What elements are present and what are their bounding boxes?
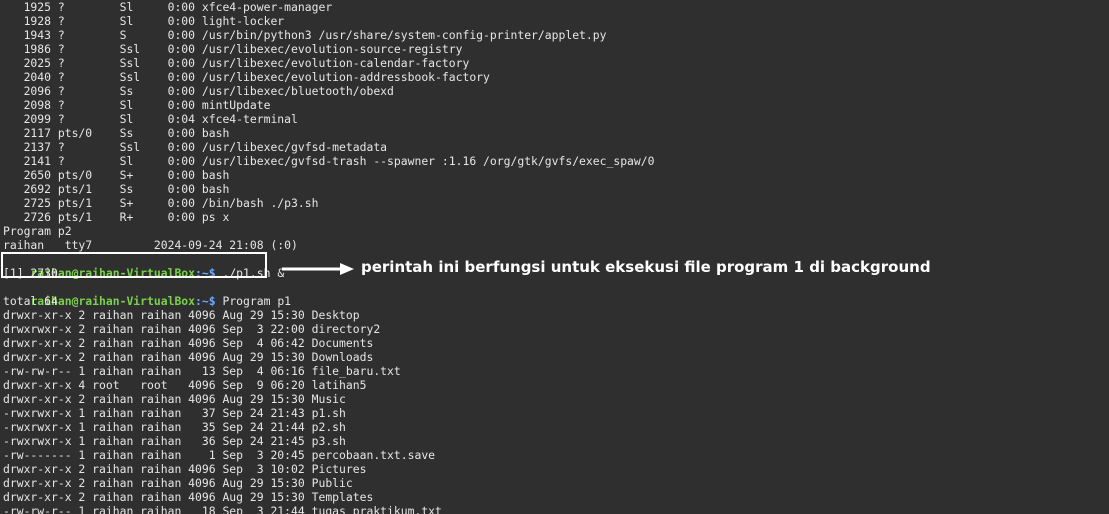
terminal-window[interactable]: 1925 ? Sl 0:00 xfce4-power-manager 1928 … [0,0,1109,514]
ls-row: drwxr-xr-x 2 raihan raihan 4096 Sep 3 10… [3,462,367,476]
process-row: 2117 pts/0 Ss 0:00 bash [3,126,230,140]
ls-row: drwxr-xr-x 2 raihan raihan 4096 Aug 29 1… [3,490,374,504]
process-row: 1928 ? Sl 0:00 light-locker [3,14,285,28]
program-p2-header: Program p2 [3,224,72,238]
process-row: 2650 pts/0 S+ 0:00 bash [3,168,230,182]
annotation-text: perintah ini berfungsi untuk eksekusi fi… [361,258,931,276]
ls-row: drwxr-xr-x 4 root root 4096 Sep 9 06:20 … [3,378,367,392]
process-row: 2040 ? Ssl 0:00 /usr/libexec/evolution-a… [3,70,490,84]
process-row: 1986 ? Ssl 0:00 /usr/libexec/evolution-s… [3,42,463,56]
ls-row: drwxr-xr-x 2 raihan raihan 4096 Aug 29 1… [3,392,346,406]
ls-row: drwxr-xr-x 2 raihan raihan 4096 Aug 29 1… [3,308,360,322]
ls-row: -rwxrwxr-x 1 raihan raihan 36 Sep 24 21:… [3,434,346,448]
ls-row: drwxr-xr-x 2 raihan raihan 4096 Aug 29 1… [3,476,353,490]
ls-row: -rwxrwxr-x 1 raihan raihan 35 Sep 24 21:… [3,420,346,434]
process-row: 2726 pts/1 R+ 0:00 ps x [3,210,230,224]
process-row: 2692 pts/1 Ss 0:00 bash [3,182,230,196]
ls-row: drwxr-xr-x 2 raihan raihan 4096 Aug 29 1… [3,350,374,364]
process-row: 2137 ? Ssl 0:00 /usr/libexec/gvfsd-metad… [3,140,388,154]
prompt-path: :~$ [195,294,216,308]
ls-row: drwxr-xr-x 2 raihan raihan 4096 Sep 4 06… [3,336,374,350]
ls-row: -rw------- 1 raihan raihan 1 Sep 3 20:45… [3,448,436,462]
process-row: 1943 ? S 0:00 /usr/bin/python3 /usr/shar… [3,28,607,42]
highlight-box [1,252,267,278]
ls-row: -rwxrwxr-x 1 raihan raihan 37 Sep 24 21:… [3,406,346,420]
arrow-right-icon [282,263,354,275]
process-row: 2025 ? Ssl 0:00 /usr/libexec/evolution-c… [3,56,470,70]
process-row: 2096 ? Ss 0:00 /usr/libexec/bluetooth/ob… [3,84,394,98]
who-output-line: raihan tty7 2024-09-24 21:08 (:0) [3,238,298,252]
ls-row: -rw-rw-r-- 1 raihan raihan 18 Sep 3 21:4… [3,504,442,514]
process-row: 2725 pts/1 S+ 0:00 /bin/bash ./p3.sh [3,196,319,210]
process-row: 1925 ? Sl 0:00 xfce4-power-manager [3,0,333,14]
process-row: 2098 ? Sl 0:00 mintUpdate [3,98,271,112]
ls-row: -rw-rw-r-- 1 raihan raihan 13 Sep 4 06:1… [3,364,401,378]
ls-total-line: total 64 [3,294,58,308]
process-row: 2099 ? Sl 0:04 xfce4-terminal [3,112,298,126]
ls-row: drwxrwxr-x 2 raihan raihan 4096 Sep 3 22… [3,322,381,336]
prompt-line-program-p1: raihan@raihan-VirtualBox:~$ Program p1 [3,280,291,308]
process-row: 2141 ? Sl 0:00 /usr/libexec/gvfsd-trash … [3,154,655,168]
command-text: Program p1 [215,294,292,308]
